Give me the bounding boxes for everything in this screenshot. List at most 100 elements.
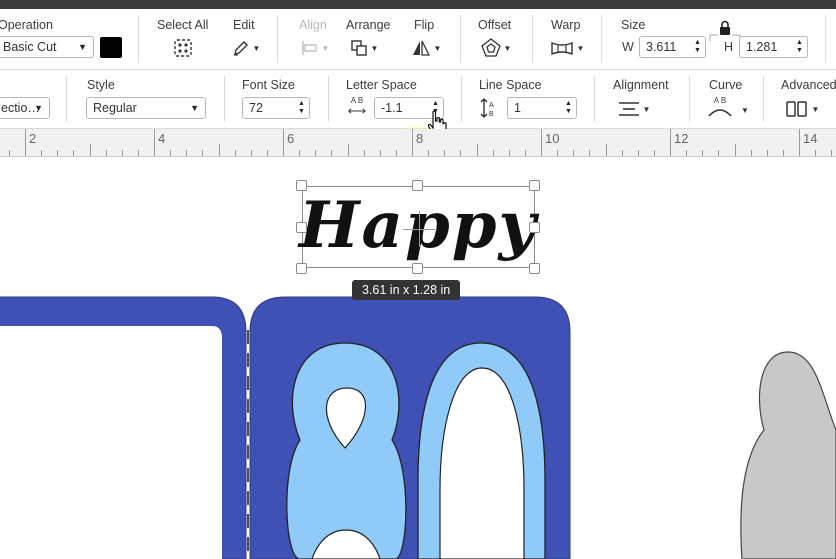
resize-handle-w[interactable]: [296, 222, 307, 233]
ruler-tick: [605, 144, 607, 156]
font-select[interactable]: ectio… ▼: [0, 97, 50, 119]
divider: [66, 76, 67, 122]
resize-handle-sw[interactable]: [296, 263, 307, 274]
resize-handle-e[interactable]: [529, 222, 540, 233]
align-button[interactable]: ▼: [297, 37, 333, 59]
resize-handle-n[interactable]: [412, 180, 423, 191]
letter-space-label: Letter Space: [346, 78, 417, 92]
chevron-down-icon: ▼: [370, 43, 379, 53]
stepper-icon[interactable]: ▲▼: [693, 39, 702, 55]
curve-button[interactable]: A B ▼: [706, 96, 749, 122]
edit-button[interactable]: ▼: [228, 37, 264, 59]
stepper-icon[interactable]: ▲▼: [795, 39, 804, 55]
ab-glyph: A B: [713, 96, 727, 105]
ruler-tick: [799, 129, 800, 156]
svg-text:A: A: [489, 102, 494, 109]
ruler-tick: [218, 144, 220, 156]
title-strip: [0, 0, 836, 9]
edit-toolbar: Operation Basic Cut ▼ Select All Edit ▼ …: [0, 9, 836, 70]
alignment-button[interactable]: ▼: [612, 98, 656, 120]
ruler-tick: [815, 150, 817, 156]
digit-eight[interactable]: [286, 342, 407, 559]
chevron-down-icon: ▼: [321, 43, 330, 53]
stepper-icon[interactable]: ▲▼: [564, 100, 573, 116]
ruler-tick: [170, 150, 172, 156]
center-crosshair: [403, 229, 437, 230]
horizontal-ruler: 2 4 6 8 10 12 14: [0, 129, 836, 157]
operation-select[interactable]: Basic Cut ▼: [0, 36, 94, 58]
height-prefix: H: [724, 40, 734, 54]
stepper-icon[interactable]: ▲▼: [297, 100, 306, 116]
happy-text-object[interactable]: Happy: [299, 189, 536, 263]
grey-shape[interactable]: [740, 351, 836, 559]
line-space-input[interactable]: 1 ▲ ▼: [507, 97, 577, 119]
font-size-value: 72: [249, 101, 263, 115]
curve-label: Curve: [709, 78, 743, 92]
flip-label: Flip: [414, 18, 435, 32]
ruler-tick: [476, 144, 478, 156]
curve-icon: [708, 109, 732, 117]
resize-handle-se[interactable]: [529, 263, 540, 274]
design-canvas[interactable]: Happy 3.61 in x 1.28 in: [0, 157, 836, 559]
advanced-icon: [785, 101, 807, 117]
warp-button[interactable]: ▼: [546, 37, 588, 59]
size-tooltip: 3.61 in x 1.28 in: [352, 280, 461, 300]
letter-space-value: -1.1: [381, 101, 403, 115]
ruler-tick: [8, 150, 10, 156]
height-value: 1.281: [746, 40, 778, 54]
arrange-button[interactable]: ▼: [346, 37, 382, 59]
selection-box[interactable]: Happy: [299, 186, 536, 268]
style-select[interactable]: Regular ▼: [86, 97, 206, 119]
chevron-down-icon: ▼: [190, 103, 199, 113]
chevron-down-icon: ▼: [642, 104, 651, 114]
ruler-tick: [541, 129, 542, 156]
color-swatch[interactable]: [100, 37, 122, 58]
offset-icon: [480, 38, 501, 57]
ruler-tick: [331, 150, 333, 156]
ruler-tick: [250, 150, 252, 156]
alignment-label: Alignment: [613, 78, 669, 92]
ruler-tick: [202, 150, 204, 156]
ruler-tick: [782, 150, 784, 156]
line-space-icon: A B: [480, 98, 494, 118]
line-space-value: 1: [514, 101, 521, 115]
advanced-label: Advanced: [781, 78, 836, 92]
ruler-tick: [460, 150, 462, 156]
chevron-down-icon: ▼: [811, 104, 820, 114]
size-label: Size: [621, 18, 646, 32]
resize-handle-s[interactable]: [412, 263, 423, 274]
resize-handle-nw[interactable]: [296, 180, 307, 191]
chevron-down-icon: ▼: [78, 42, 87, 52]
ruler-tick: [766, 150, 768, 156]
ruler-tick: [315, 150, 317, 156]
operation-label: Operation: [0, 18, 53, 32]
ruler-tick: [41, 150, 43, 156]
ruler-tick: [637, 150, 639, 156]
offset-label: Offset: [478, 18, 512, 32]
select-all-label: Select All: [157, 18, 209, 32]
align-label: Align: [299, 18, 327, 32]
style-label: Style: [87, 78, 115, 92]
ruler-number: 4: [158, 131, 166, 146]
advanced-button[interactable]: ▼: [780, 98, 824, 120]
ruler-tick: [395, 150, 397, 156]
ruler-number: 2: [29, 131, 37, 146]
ruler-tick: [234, 150, 236, 156]
flip-button[interactable]: ▼: [408, 37, 444, 59]
width-input[interactable]: 3.611 ▲ ▼: [639, 36, 706, 58]
warp-label: Warp: [551, 18, 581, 32]
height-input[interactable]: 1.281 ▲ ▼: [739, 36, 808, 58]
font-size-label: Font Size: [242, 78, 295, 92]
ruler-tick: [266, 150, 268, 156]
ruler-tick: [412, 129, 413, 156]
offset-button[interactable]: ▼: [476, 37, 516, 59]
ruler-tick: [121, 150, 123, 156]
lock-icon[interactable]: [718, 20, 732, 36]
select-all-button[interactable]: [170, 37, 196, 59]
divider: [277, 15, 278, 63]
ruler-tick: [186, 150, 188, 156]
chevron-down-icon: ▼: [34, 103, 43, 113]
ruler-number: 10: [545, 131, 560, 146]
font-size-input[interactable]: 72 ▲ ▼: [242, 97, 310, 119]
resize-handle-ne[interactable]: [529, 180, 540, 191]
